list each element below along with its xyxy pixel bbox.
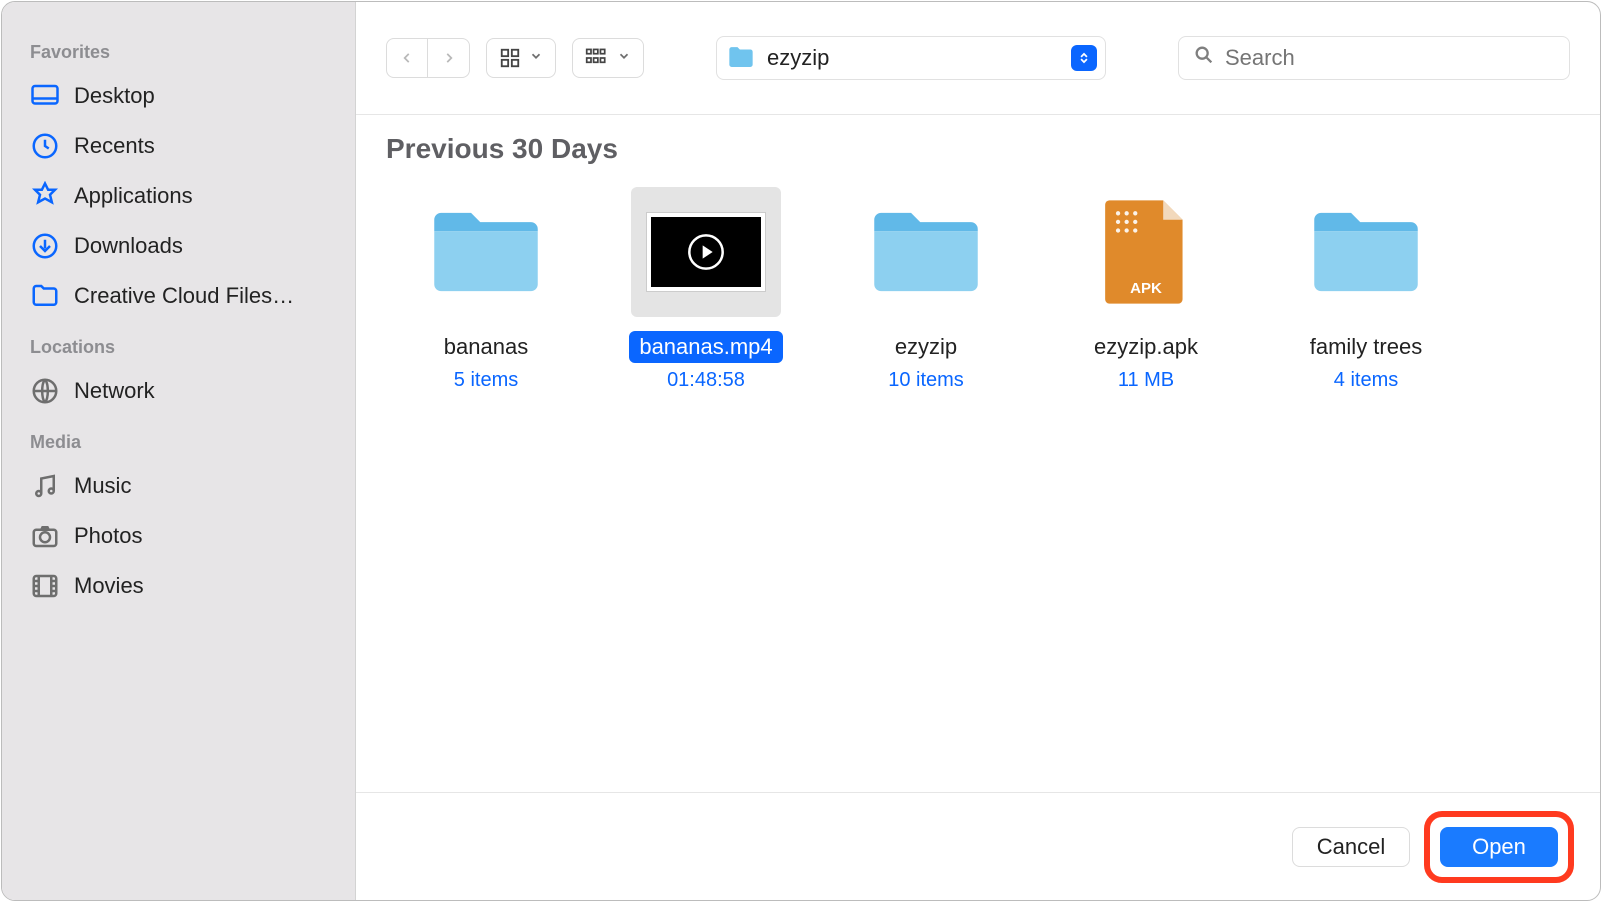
file-name: ezyzip.apk <box>1084 331 1208 363</box>
file-item-bananas-mp4[interactable]: bananas.mp4 01:48:58 <box>606 187 806 392</box>
sidebar-item-movies[interactable]: Movies <box>22 561 335 611</box>
sidebar-item-label: Photos <box>74 523 143 549</box>
toolbar: ezyzip <box>356 2 1600 114</box>
cancel-button[interactable]: Cancel <box>1292 827 1410 867</box>
file-name: bananas <box>434 331 538 363</box>
sidebar-item-label: Movies <box>74 573 144 599</box>
sidebar-item-applications[interactable]: Applications <box>22 171 335 221</box>
locations-header: Locations <box>30 337 335 358</box>
sidebar-item-recents[interactable]: Recents <box>22 121 335 171</box>
file-item-family-trees-folder[interactable]: family trees 4 items <box>1266 187 1466 392</box>
file-meta: 10 items <box>888 369 964 392</box>
file-item-ezyzip-folder[interactable]: ezyzip 10 items <box>826 187 1026 392</box>
annotation-highlight: Open <box>1424 811 1574 883</box>
desktop-icon <box>30 81 60 111</box>
file-browser: Previous 30 Days bananas 5 items ba <box>356 114 1600 792</box>
folder-icon <box>30 281 60 311</box>
video-thumbnail <box>631 187 781 317</box>
sidebar-item-desktop[interactable]: Desktop <box>22 71 335 121</box>
open-dialog: Favorites Desktop Recents Applications D… <box>1 1 1601 901</box>
play-icon <box>686 232 726 272</box>
sidebar-item-label: Applications <box>74 183 193 209</box>
sidebar-item-label: Downloads <box>74 233 183 259</box>
camera-icon <box>30 521 60 551</box>
applications-icon <box>30 181 60 211</box>
file-meta: 01:48:58 <box>667 369 745 392</box>
downloads-icon <box>30 231 60 261</box>
file-meta: 5 items <box>454 369 518 392</box>
popup-arrows-icon <box>1071 45 1097 71</box>
chevron-down-icon <box>529 49 543 68</box>
sidebar-item-downloads[interactable]: Downloads <box>22 221 335 271</box>
sidebar-item-creative-cloud[interactable]: Creative Cloud Files… <box>22 271 335 321</box>
sidebar-item-network[interactable]: Network <box>22 366 335 416</box>
search-icon <box>1193 44 1215 72</box>
path-popup[interactable]: ezyzip <box>716 36 1106 80</box>
clock-icon <box>30 131 60 161</box>
apk-icon: APK <box>1071 187 1221 317</box>
dialog-footer: Cancel Open <box>356 792 1600 900</box>
sidebar-item-label: Desktop <box>74 83 155 109</box>
sidebar-item-label: Network <box>74 378 155 404</box>
open-button[interactable]: Open <box>1440 827 1558 867</box>
sidebar-item-label: Recents <box>74 133 155 159</box>
favorites-header: Favorites <box>30 42 335 63</box>
view-mode-icons[interactable] <box>486 38 556 78</box>
file-name: ezyzip <box>885 331 967 363</box>
folder-icon <box>411 187 561 317</box>
path-label: ezyzip <box>767 45 1059 71</box>
forward-button[interactable] <box>428 38 470 78</box>
section-title: Previous 30 Days <box>386 133 1570 165</box>
music-icon <box>30 471 60 501</box>
chevron-down-icon <box>617 49 631 68</box>
film-icon <box>30 571 60 601</box>
svg-text:APK: APK <box>1130 280 1162 297</box>
file-item-ezyzip-apk[interactable]: APK ezyzip.apk 11 MB <box>1046 187 1246 392</box>
nav-arrows <box>386 38 470 78</box>
file-grid: bananas 5 items bananas.mp4 01:48:58 <box>386 187 1570 392</box>
sidebar-item-music[interactable]: Music <box>22 461 335 511</box>
media-header: Media <box>30 432 335 453</box>
folder-icon <box>727 46 755 70</box>
sidebar-item-label: Music <box>74 473 131 499</box>
main-panel: ezyzip Previous 30 Days <box>356 2 1600 900</box>
file-item-bananas-folder[interactable]: bananas 5 items <box>386 187 586 392</box>
file-name: family trees <box>1300 331 1432 363</box>
file-meta: 4 items <box>1334 369 1398 392</box>
sidebar: Favorites Desktop Recents Applications D… <box>2 2 356 900</box>
sidebar-item-label: Creative Cloud Files… <box>74 283 294 309</box>
globe-icon <box>30 376 60 406</box>
back-button[interactable] <box>386 38 428 78</box>
search-box[interactable] <box>1178 36 1570 80</box>
folder-icon <box>851 187 1001 317</box>
file-meta: 11 MB <box>1118 369 1174 392</box>
search-input[interactable] <box>1225 45 1555 71</box>
group-mode[interactable] <box>572 38 644 78</box>
folder-icon <box>1291 187 1441 317</box>
sidebar-item-photos[interactable]: Photos <box>22 511 335 561</box>
file-name: bananas.mp4 <box>629 331 782 363</box>
